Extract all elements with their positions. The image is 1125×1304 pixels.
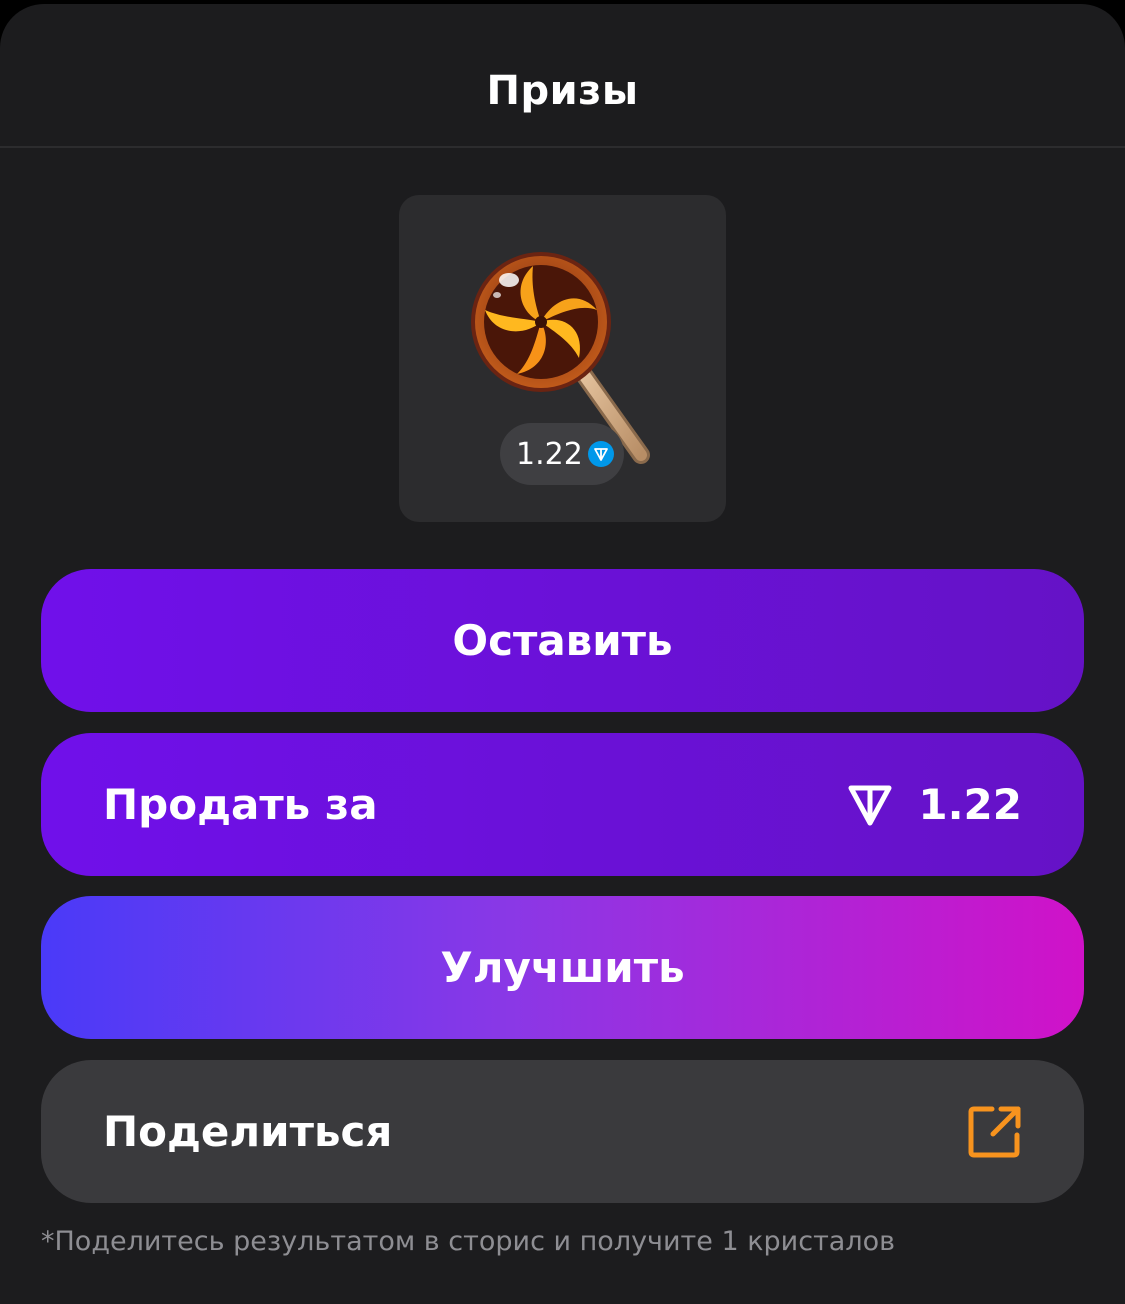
sell-price: 1.22 [846,780,1022,829]
upgrade-button-label: Улучшить [440,943,685,992]
prize-price-badge: 1.22 [500,423,624,485]
share-button-label: Поделиться [103,1107,393,1156]
keep-button[interactable]: Оставить [41,569,1084,712]
ton-icon [848,785,892,825]
ton-icon [587,441,614,467]
prize-price: 1.22 [516,436,583,472]
page-title: Призы [486,68,639,114]
prize-card: 1.22 [399,195,726,522]
prizes-sheet: Призы 1.22 Оставить Продать за 1.22 Улуч… [0,4,1125,1304]
share-footnote: *Поделитесь результатом в сторис и получ… [41,1226,896,1257]
sell-button[interactable]: Продать за 1.22 [41,733,1084,876]
sell-button-label: Продать за [103,780,378,829]
sell-price-value: 1.22 [918,780,1022,829]
share-button[interactable]: Поделиться [41,1060,1084,1203]
external-link-icon [968,1106,1021,1157]
keep-button-label: Оставить [452,616,673,665]
header: Призы [0,4,1125,148]
upgrade-button[interactable]: Улучшить [41,896,1084,1039]
